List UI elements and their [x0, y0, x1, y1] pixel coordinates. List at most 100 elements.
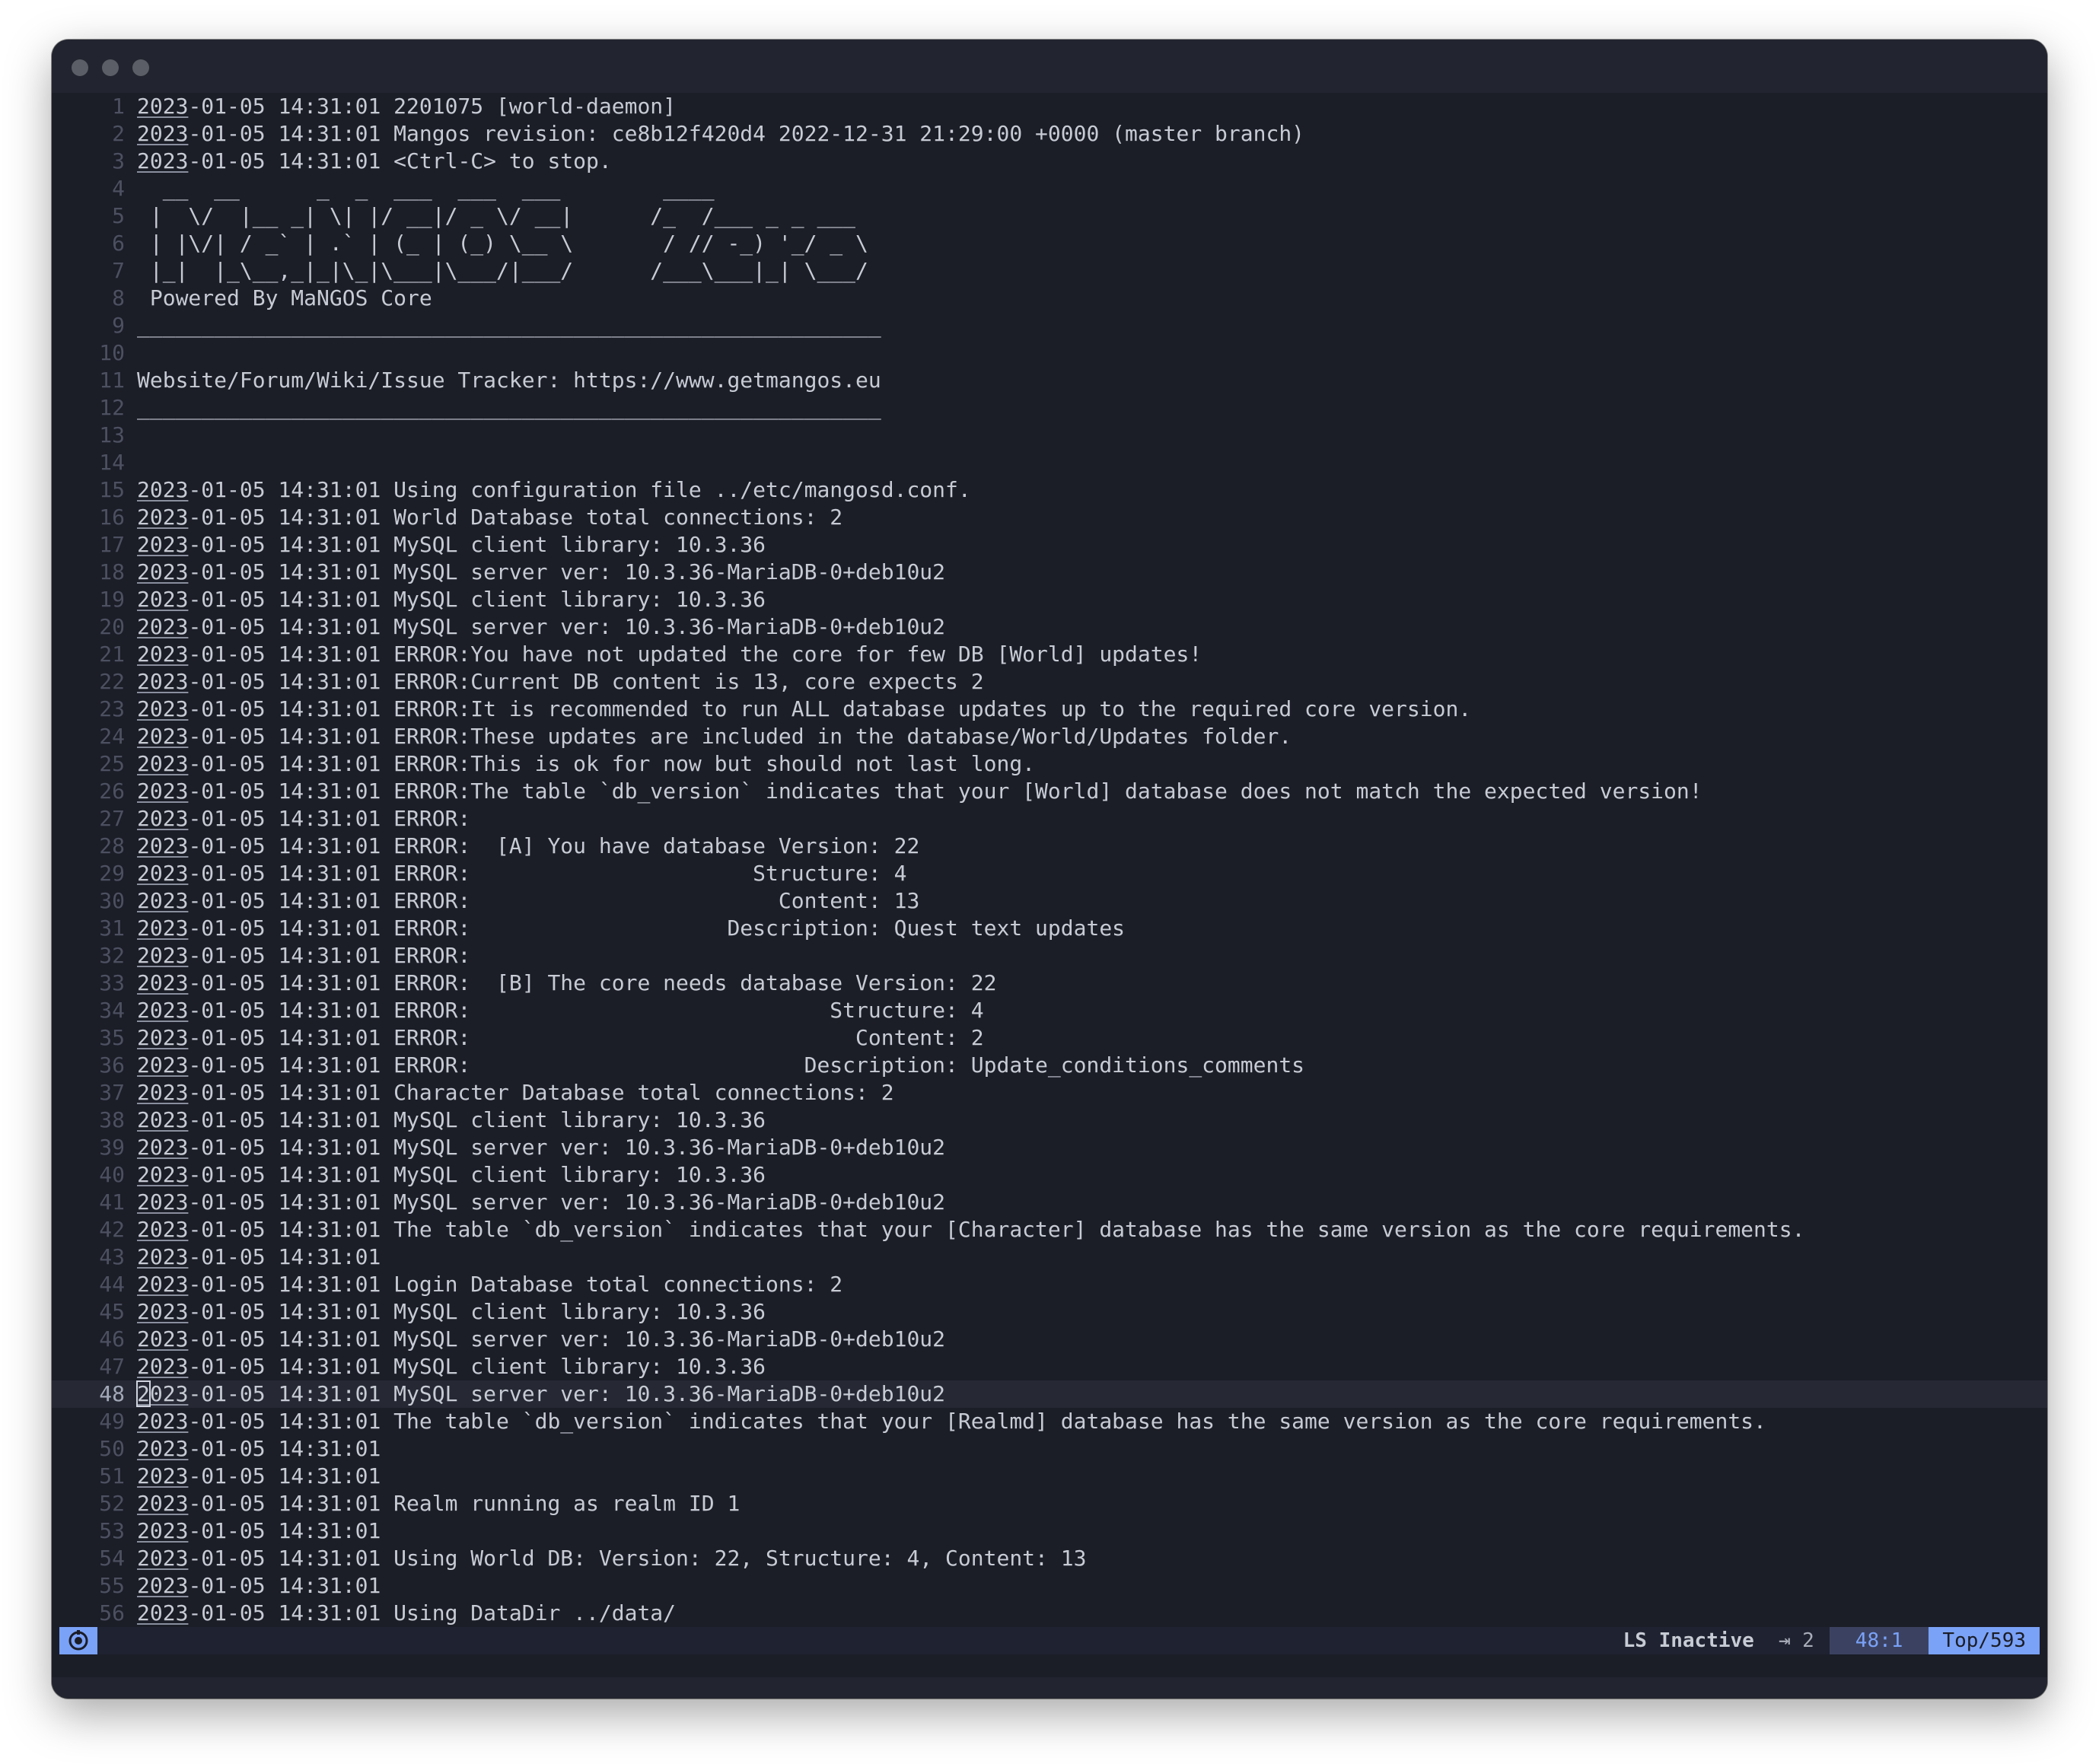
editor-line[interactable]: 20 2023-01-05 14:31:01 MySQL server ver: … — [52, 613, 2047, 641]
editor-line[interactable]: 30 2023-01-05 14:31:01 ERROR: Content: 13 — [52, 887, 2047, 915]
line-text: 2023-01-05 14:31:01 MySQL client library… — [137, 1299, 766, 1324]
cursor-position: 48:1 — [1829, 1627, 1929, 1654]
line-text: 2023-01-05 14:31:01 ERROR:Current DB con… — [137, 669, 984, 694]
editor-line[interactable]: 19 2023-01-05 14:31:01 MySQL client libra… — [52, 586, 2047, 613]
line-number: 46 — [99, 1326, 125, 1352]
editor-line[interactable]: 38 2023-01-05 14:31:01 MySQL client libra… — [52, 1106, 2047, 1134]
line-text: 2023-01-05 14:31:01 MySQL server ver: 10… — [137, 1326, 946, 1352]
editor-line[interactable]: 15 2023-01-05 14:31:01 Using configuratio… — [52, 476, 2047, 504]
editor-line[interactable]: 21 2023-01-05 14:31:01 ERROR:You have not… — [52, 641, 2047, 668]
close-window-button[interactable] — [72, 59, 88, 76]
editor-line[interactable]: 47 2023-01-05 14:31:01 MySQL client libra… — [52, 1353, 2047, 1380]
editor-line[interactable]: 32 2023-01-05 14:31:01 ERROR: — [52, 942, 2047, 970]
editor-line[interactable]: 22 2023-01-05 14:31:01 ERROR:Current DB c… — [52, 668, 2047, 696]
editor-line[interactable]: 51 2023-01-05 14:31:01 — [52, 1463, 2047, 1490]
status-line: LS Inactive ⇥ 2 48:1 Top/593 — [59, 1627, 2040, 1654]
editor-line[interactable]: 6 | |\/| / _` | .` | (_ | (_) \__ \ / //… — [52, 230, 2047, 257]
line-number: 29 — [99, 861, 125, 886]
line-text: 2023-01-05 14:31:01 ERROR:This is ok for… — [137, 751, 1036, 776]
line-text: 2023-01-05 14:31:01 — [137, 1518, 381, 1543]
line-text: 2023-01-05 14:31:01 ERROR: Structure: 4 — [137, 861, 907, 886]
editor-line[interactable]: 45 2023-01-05 14:31:01 MySQL client libra… — [52, 1298, 2047, 1326]
editor-line[interactable]: 12 ______________________________________… — [52, 394, 2047, 422]
command-line[interactable] — [52, 1677, 2047, 1699]
editor-line[interactable]: 13 — [52, 422, 2047, 449]
editor-line[interactable]: 35 2023-01-05 14:31:01 ERROR: Content: 2 — [52, 1024, 2047, 1052]
line-number: 9 — [112, 313, 125, 338]
line-number: 49 — [99, 1409, 125, 1434]
editor-line[interactable]: 42 2023-01-05 14:31:01 The table `db_vers… — [52, 1216, 2047, 1243]
editor-line[interactable]: 16 2023-01-05 14:31:01 World Database tot… — [52, 504, 2047, 531]
editor-line[interactable]: 23 2023-01-05 14:31:01 ERROR:It is recomm… — [52, 696, 2047, 723]
editor-line[interactable]: 43 2023-01-05 14:31:01 — [52, 1243, 2047, 1271]
editor-line[interactable]: 7 |_| |_\__,_|_|\_|\___|\___/|___/ /___\… — [52, 257, 2047, 285]
line-text: 2023-01-05 14:31:01 MySQL client library… — [137, 1107, 766, 1132]
line-number: 24 — [99, 724, 125, 749]
maximize-window-button[interactable] — [132, 59, 149, 76]
editor-line[interactable]: 31 2023-01-05 14:31:01 ERROR: Description… — [52, 915, 2047, 942]
line-number: 17 — [99, 532, 125, 557]
line-text: 2023-01-05 14:31:01 ERROR:It is recommen… — [137, 696, 1472, 721]
editor-line[interactable]: 18 2023-01-05 14:31:01 MySQL server ver: … — [52, 559, 2047, 586]
line-text: 2023-01-05 14:31:01 The table `db_versio… — [137, 1217, 1805, 1242]
editor-line[interactable]: 33 2023-01-05 14:31:01 ERROR: [B] The cor… — [52, 970, 2047, 997]
editor-line[interactable]: 1 2023-01-05 14:31:01 2201075 [world-daem… — [52, 93, 2047, 120]
editor-line[interactable]: 50 2023-01-05 14:31:01 — [52, 1435, 2047, 1463]
vim-mode-icon — [59, 1627, 97, 1654]
editor-line[interactable]: 40 2023-01-05 14:31:01 MySQL client libra… — [52, 1161, 2047, 1189]
editor-line[interactable]: 4 __ __ _ _ ___ ___ ___ ____ — [52, 175, 2047, 202]
line-text: 2023-01-05 14:31:01 Using configuration … — [137, 477, 971, 502]
editor-line[interactable]: 53 2023-01-05 14:31:01 — [52, 1517, 2047, 1545]
line-text: Powered By MaNGOS Core — [137, 285, 432, 310]
editor-line[interactable]: 11 Website/Forum/Wiki/Issue Tracker: http… — [52, 367, 2047, 394]
line-number: 32 — [99, 943, 125, 968]
line-number: 50 — [99, 1436, 125, 1461]
editor-line[interactable]: 8 Powered By MaNGOS Core — [52, 285, 2047, 312]
editor-line[interactable]: 29 2023-01-05 14:31:01 ERROR: Structure: … — [52, 860, 2047, 887]
editor-line[interactable]: 39 2023-01-05 14:31:01 MySQL server ver: … — [52, 1134, 2047, 1161]
editor-line[interactable]: 48 2023-01-05 14:31:01 MySQL server ver: … — [52, 1380, 2047, 1408]
line-text: 2023-01-05 14:31:01 Mangos revision: ce8… — [137, 121, 1305, 146]
editor-line[interactable]: 34 2023-01-05 14:31:01 ERROR: Structure: … — [52, 997, 2047, 1024]
line-text: 2023-01-05 14:31:01 ERROR: — [137, 943, 471, 968]
editor-buffer[interactable]: 1 2023-01-05 14:31:01 2201075 [world-daem… — [52, 93, 2047, 1668]
minimize-window-button[interactable] — [102, 59, 119, 76]
line-number: 36 — [99, 1052, 125, 1078]
line-number: 44 — [99, 1272, 125, 1297]
line-number: 43 — [99, 1244, 125, 1269]
line-text: 2023-01-05 14:31:01 2201075 [world-daemo… — [137, 94, 677, 119]
editor-line[interactable]: 14 — [52, 449, 2047, 476]
line-text: 2023-01-05 14:31:01 The table `db_versio… — [137, 1409, 1766, 1434]
line-text: 2023-01-05 14:31:01 ERROR: [B] The core … — [137, 970, 997, 995]
editor-line[interactable]: 36 2023-01-05 14:31:01 ERROR: Description… — [52, 1052, 2047, 1079]
editor-line[interactable]: 17 2023-01-05 14:31:01 MySQL client libra… — [52, 531, 2047, 559]
line-text: 2023-01-05 14:31:01 Character Database t… — [137, 1080, 894, 1105]
line-number: 22 — [99, 669, 125, 694]
editor-line[interactable]: 52 2023-01-05 14:31:01 Realm running as r… — [52, 1490, 2047, 1517]
line-text: 2023-01-05 14:31:01 MySQL server ver: 10… — [137, 1135, 946, 1160]
line-text: 2023-01-05 14:31:01 Realm running as rea… — [137, 1491, 741, 1516]
editor-line[interactable]: 56 2023-01-05 14:31:01 Using DataDir ../d… — [52, 1600, 2047, 1627]
editor-line[interactable]: 9 _______________________________________… — [52, 312, 2047, 339]
editor-line[interactable]: 24 2023-01-05 14:31:01 ERROR:These update… — [52, 723, 2047, 750]
editor-line[interactable]: 49 2023-01-05 14:31:01 The table `db_vers… — [52, 1408, 2047, 1435]
line-text: 2023-01-05 14:31:01 MySQL server ver: 10… — [137, 1189, 946, 1215]
editor-line[interactable]: 2 2023-01-05 14:31:01 Mangos revision: ce… — [52, 120, 2047, 148]
editor-line[interactable]: 3 2023-01-05 14:31:01 <Ctrl-C> to stop. — [52, 148, 2047, 175]
editor-line[interactable]: 28 2023-01-05 14:31:01 ERROR: [A] You hav… — [52, 833, 2047, 860]
line-text: __ __ _ _ ___ ___ ___ ____ — [137, 176, 715, 201]
editor-line[interactable]: 37 2023-01-05 14:31:01 Character Database… — [52, 1079, 2047, 1106]
line-text: 2023-01-05 14:31:01 ERROR: Content: 13 — [137, 888, 920, 913]
editor-line[interactable]: 25 2023-01-05 14:31:01 ERROR:This is ok f… — [52, 750, 2047, 778]
editor-line[interactable]: 44 2023-01-05 14:31:01 Login Database tot… — [52, 1271, 2047, 1298]
editor-line[interactable]: 41 2023-01-05 14:31:01 MySQL server ver: … — [52, 1189, 2047, 1216]
line-text: 2023-01-05 14:31:01 — [137, 1463, 381, 1489]
editor-line[interactable]: 26 2023-01-05 14:31:01 ERROR:The table `d… — [52, 778, 2047, 805]
line-number: 3 — [112, 148, 125, 174]
editor-line[interactable]: 55 2023-01-05 14:31:01 — [52, 1572, 2047, 1600]
editor-line[interactable]: 10 — [52, 339, 2047, 367]
editor-line[interactable]: 5 | \/ |__ _| \| |/ __|/ _ \/ __| /_ /__… — [52, 202, 2047, 230]
editor-line[interactable]: 46 2023-01-05 14:31:01 MySQL server ver: … — [52, 1326, 2047, 1353]
editor-line[interactable]: 27 2023-01-05 14:31:01 ERROR: — [52, 805, 2047, 833]
editor-line[interactable]: 54 2023-01-05 14:31:01 Using World DB: Ve… — [52, 1545, 2047, 1572]
